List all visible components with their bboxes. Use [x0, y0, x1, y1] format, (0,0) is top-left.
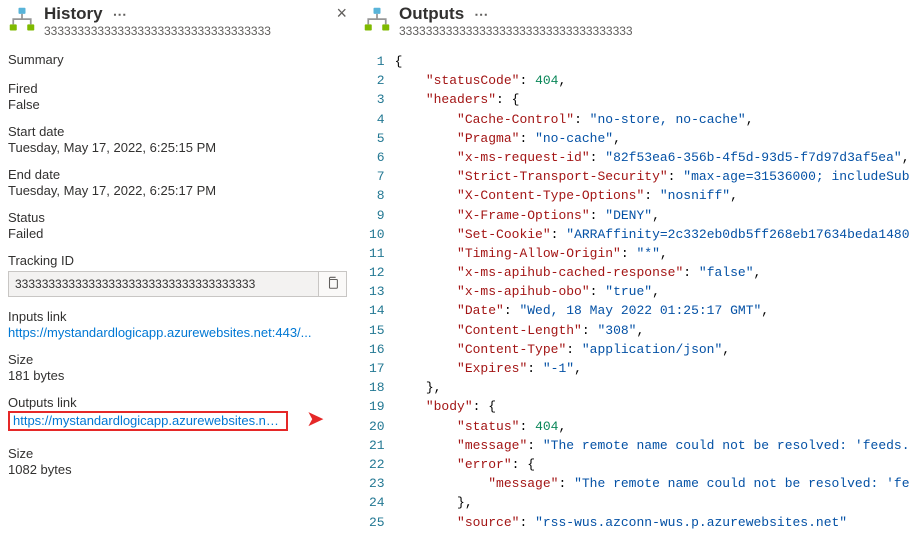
tracking-id-input[interactable]: [9, 275, 318, 293]
outputs-size-value: 1082 bytes: [8, 462, 347, 477]
outputs-menu-button[interactable]: ⋯: [470, 7, 492, 21]
fired-label: Fired: [8, 81, 347, 96]
history-panel: × History ⋯ 3333333333333333333333333333…: [0, 0, 355, 550]
outputs-link[interactable]: https://mystandardlogicapp.azurewebsites…: [8, 411, 288, 431]
history-title: History: [44, 4, 103, 24]
outputs-header: Outputs ⋯ 333333333333333333333333333333…: [363, 4, 910, 38]
status-value: Failed: [8, 226, 347, 241]
line-number-gutter: 1234567891011121314151617181920212223242…: [363, 52, 395, 532]
json-editor[interactable]: 1234567891011121314151617181920212223242…: [363, 52, 910, 532]
tracking-id-label: Tracking ID: [8, 253, 347, 268]
inputs-size-label: Size: [8, 352, 347, 367]
outputs-panel: Outputs ⋯ 333333333333333333333333333333…: [355, 0, 910, 550]
start-date-value: Tuesday, May 17, 2022, 6:25:15 PM: [8, 140, 347, 155]
copy-icon: [326, 276, 340, 293]
start-date-label: Start date: [8, 124, 347, 139]
status-label: Status: [8, 210, 347, 225]
workflow-icon: [363, 6, 391, 34]
inputs-link-label: Inputs link: [8, 309, 347, 324]
inputs-size-value: 181 bytes: [8, 368, 347, 383]
outputs-link-label: Outputs link: [8, 395, 347, 410]
tracking-id-box: [8, 271, 347, 297]
history-menu-button[interactable]: ⋯: [109, 7, 131, 21]
outputs-run-id: 33333333333333333333333333333333333: [399, 24, 910, 38]
history-header: History ⋯ 333333333333333333333333333333…: [8, 4, 347, 38]
copy-tracking-id-button[interactable]: [318, 272, 346, 296]
workflow-icon: [8, 6, 36, 34]
outputs-size-label: Size: [8, 446, 347, 461]
history-run-id: 3333333333333333333333333333333333: [44, 24, 347, 38]
end-date-label: End date: [8, 167, 347, 182]
outputs-title: Outputs: [399, 4, 464, 24]
fired-value: False: [8, 97, 347, 112]
highlight-arrow-icon: ➤: [306, 408, 324, 430]
inputs-link[interactable]: https://mystandardlogicapp.azurewebsites…: [8, 325, 347, 340]
close-button[interactable]: ×: [336, 4, 347, 22]
end-date-value: Tuesday, May 17, 2022, 6:25:17 PM: [8, 183, 347, 198]
summary-heading: Summary: [8, 52, 347, 67]
json-code: { "statusCode": 404, "headers": { "Cache…: [395, 52, 910, 532]
